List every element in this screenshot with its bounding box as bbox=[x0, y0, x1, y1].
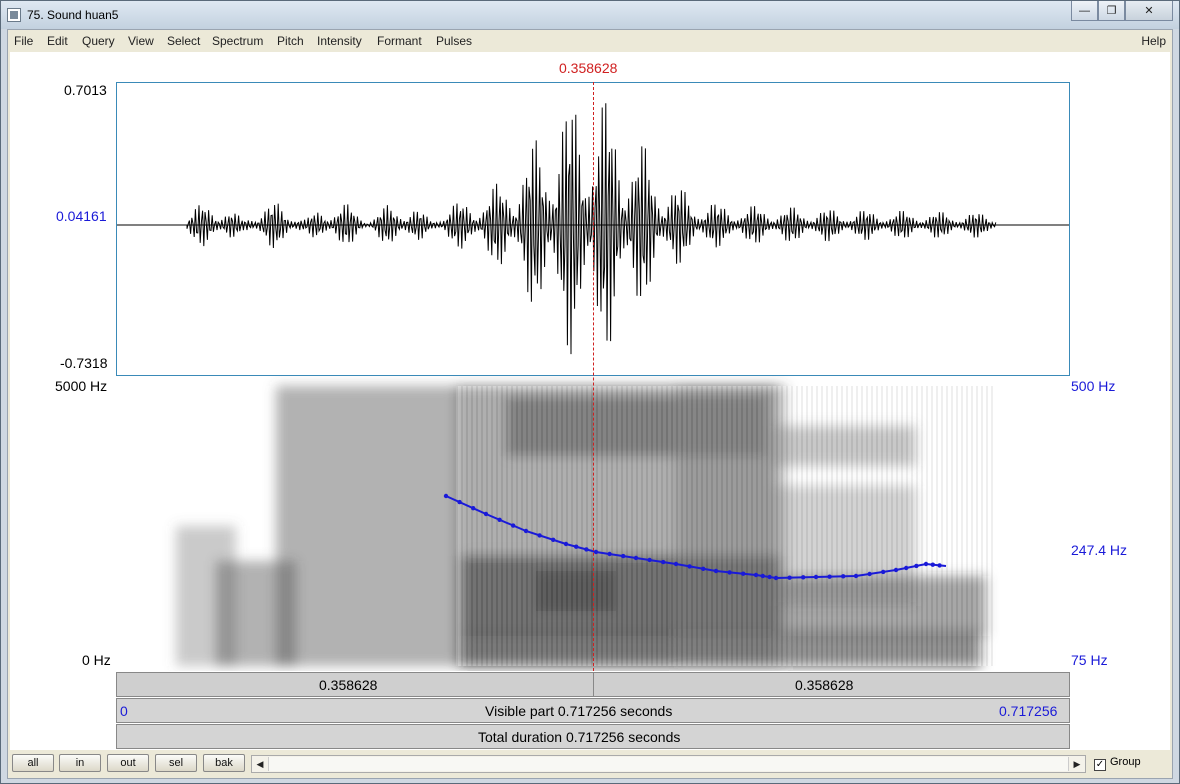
visible-start-label: 0 bbox=[120, 703, 128, 719]
pitch-point bbox=[853, 573, 859, 579]
pitch-point bbox=[741, 571, 746, 576]
close-icon[interactable]: ✕ bbox=[1125, 1, 1173, 21]
selection-right-label: 0.358628 bbox=[795, 677, 854, 693]
pitch-point bbox=[593, 549, 599, 555]
sound-drawing-area[interactable]: 0.358628 0.7013 0.04161 -0.7318 5000 Hz … bbox=[10, 52, 1170, 750]
spectrogram-max-frequency-label: 5000 Hz bbox=[55, 378, 108, 394]
pitch-point bbox=[551, 537, 556, 542]
zoom-back-button[interactable]: bak bbox=[203, 754, 245, 772]
waveform-max-label: 0.7013 bbox=[64, 82, 107, 98]
cursor-line bbox=[593, 82, 594, 671]
zoom-in-button[interactable]: in bbox=[59, 754, 101, 772]
sound-editor-window: 75. Sound huan5 — ❐ ✕ File Edit Query Vi… bbox=[0, 0, 1180, 784]
pitch-point bbox=[801, 575, 806, 580]
total-duration-bar[interactable]: Total duration 0.717256 seconds bbox=[116, 724, 1070, 749]
praat-window-icon bbox=[7, 8, 21, 22]
zoom-all-button[interactable]: all bbox=[12, 754, 54, 772]
menu-pitch[interactable]: Pitch bbox=[277, 34, 304, 48]
pitch-point bbox=[483, 511, 489, 517]
menu-select[interactable]: Select bbox=[167, 34, 200, 48]
group-checkbox[interactable]: ✓ Group bbox=[1094, 756, 1141, 771]
visible-end-label: 0.717256 bbox=[999, 703, 1058, 719]
pitch-point bbox=[443, 493, 449, 499]
pitch-point bbox=[787, 575, 792, 580]
zoom-selection-button[interactable]: sel bbox=[155, 754, 197, 772]
pitch-point bbox=[647, 557, 652, 563]
pitch-point bbox=[713, 568, 719, 574]
pitch-point bbox=[523, 528, 529, 534]
pitch-point bbox=[584, 547, 589, 552]
pitch-point bbox=[471, 506, 476, 511]
checkbox-check-icon[interactable]: ✓ bbox=[1094, 759, 1106, 771]
editor-client-area: File Edit Query View Select Spectrum Pit… bbox=[7, 29, 1173, 779]
title-bar[interactable]: 75. Sound huan5 — ❐ ✕ bbox=[1, 1, 1179, 29]
total-duration-label: Total duration 0.717256 seconds bbox=[478, 729, 681, 745]
pitch-point bbox=[511, 523, 516, 528]
pitch-point bbox=[841, 574, 846, 579]
visible-part-label: Visible part 0.717256 seconds bbox=[485, 703, 673, 719]
pitch-point bbox=[923, 561, 929, 567]
pitch-point bbox=[687, 564, 692, 569]
menu-query[interactable]: Query bbox=[82, 34, 115, 48]
waveform-min-label: -0.7318 bbox=[60, 355, 108, 371]
pitch-point bbox=[607, 551, 612, 557]
menu-pulses[interactable]: Pulses bbox=[436, 34, 472, 48]
waveform-mid-label: 0.04161 bbox=[56, 208, 107, 224]
scroll-left-arrow-icon[interactable]: ◀ bbox=[252, 756, 268, 772]
menu-intensity[interactable]: Intensity bbox=[317, 34, 362, 48]
pitch-point bbox=[827, 574, 832, 579]
pitch-point bbox=[914, 563, 919, 569]
pitch-point bbox=[760, 573, 765, 579]
menu-help[interactable]: Help bbox=[1141, 34, 1166, 48]
selection-bar[interactable]: 0.358628 0.358628 bbox=[116, 672, 1070, 697]
pitch-cursor-value-label: 247.4 Hz bbox=[1071, 542, 1128, 558]
pitch-point bbox=[537, 533, 542, 538]
menu-bar: File Edit Query View Select Spectrum Pit… bbox=[8, 30, 1172, 52]
menu-view[interactable]: View bbox=[128, 34, 154, 48]
zoom-button-row: all in out sel bak ◀ ▶ ✓ Group bbox=[8, 752, 1172, 778]
restore-icon[interactable]: ❐ bbox=[1098, 1, 1125, 21]
window-controls: — ❐ ✕ bbox=[1071, 1, 1173, 21]
pitch-point bbox=[773, 575, 779, 581]
pitch-point bbox=[767, 574, 772, 580]
pitch-min-label: 75 Hz bbox=[1071, 652, 1108, 668]
menu-edit[interactable]: Edit bbox=[47, 34, 68, 48]
pitch-point bbox=[867, 571, 872, 577]
spectrogram-min-frequency-label: 0 Hz bbox=[82, 652, 111, 668]
pitch-point bbox=[893, 567, 899, 573]
scroll-right-arrow-icon[interactable]: ▶ bbox=[1069, 756, 1085, 772]
menu-formant[interactable]: Formant bbox=[377, 34, 422, 48]
pitch-point bbox=[727, 570, 732, 575]
pitch-point bbox=[881, 569, 886, 575]
scrollbar-thumb[interactable] bbox=[268, 757, 1069, 771]
pitch-point bbox=[661, 559, 666, 565]
pitch-point bbox=[904, 565, 909, 571]
group-label: Group bbox=[1110, 756, 1141, 768]
pitch-point bbox=[813, 574, 819, 580]
visible-part-bar[interactable]: 0 Visible part 0.717256 seconds 0.717256 bbox=[116, 698, 1070, 723]
horizontal-scrollbar[interactable]: ◀ ▶ bbox=[251, 755, 1086, 773]
pitch-point bbox=[937, 563, 942, 568]
window-title: 75. Sound huan5 bbox=[27, 8, 119, 22]
pitch-point bbox=[701, 566, 706, 571]
pitch-point bbox=[457, 499, 462, 505]
pitch-point bbox=[930, 562, 935, 567]
minimize-icon[interactable]: — bbox=[1071, 1, 1098, 21]
pitch-point bbox=[563, 541, 569, 547]
selection-left-label: 0.358628 bbox=[319, 677, 378, 693]
pitch-point bbox=[673, 561, 679, 567]
zoom-out-button[interactable]: out bbox=[107, 754, 149, 772]
pitch-point bbox=[497, 517, 502, 522]
pitch-max-label: 500 Hz bbox=[1071, 378, 1116, 394]
pitch-point bbox=[753, 572, 759, 578]
pitch-point bbox=[633, 555, 639, 561]
selection-bar-divider bbox=[593, 673, 594, 696]
pitch-point bbox=[574, 544, 579, 549]
menu-spectrum[interactable]: Spectrum bbox=[212, 34, 263, 48]
cursor-time-label: 0.358628 bbox=[559, 60, 618, 76]
pitch-point bbox=[621, 553, 626, 559]
menu-file[interactable]: File bbox=[14, 34, 33, 48]
